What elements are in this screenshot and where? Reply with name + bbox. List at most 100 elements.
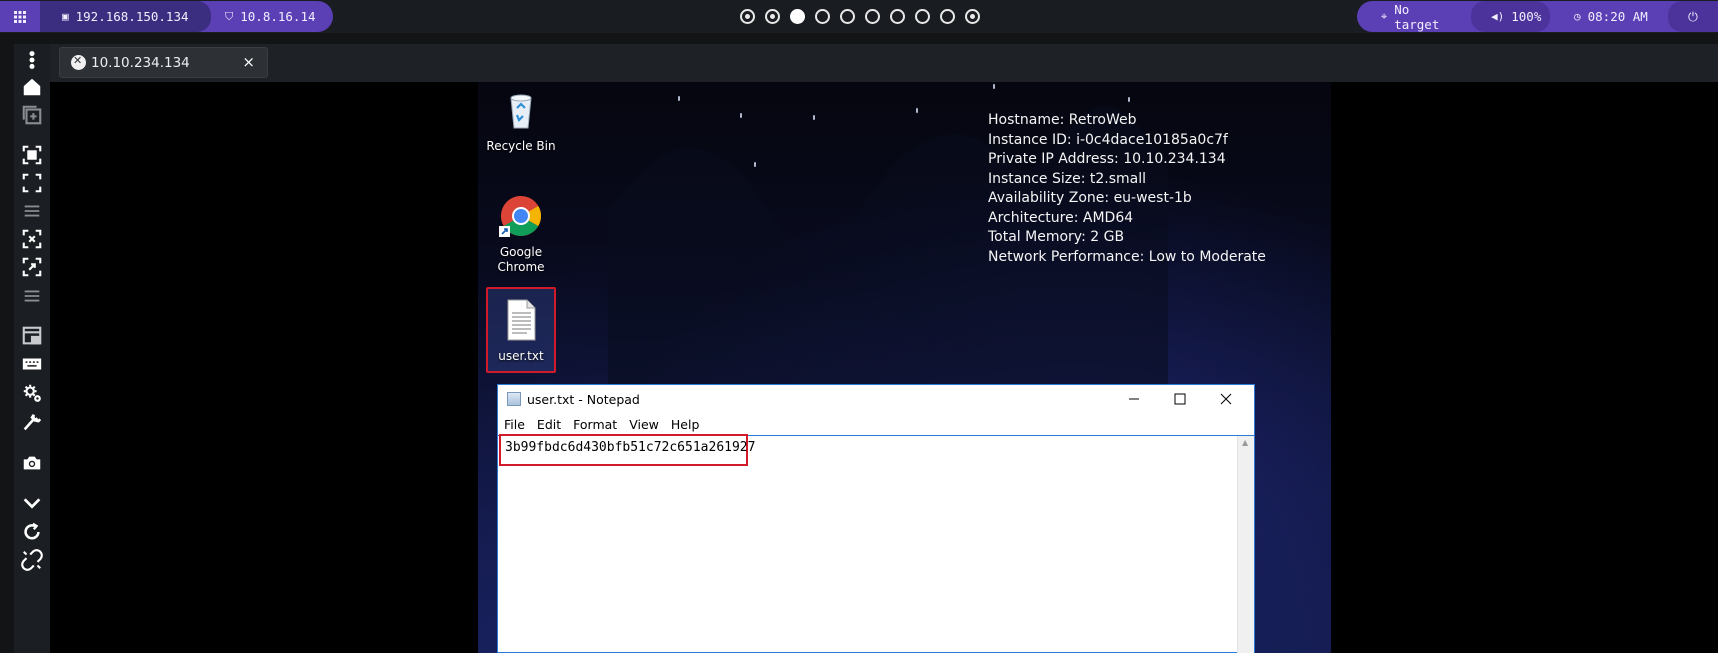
sysinfo-private-ip: Private IP Address: 10.10.234.134: [988, 151, 1226, 167]
machine-ip-button[interactable]: ▣ 192.168.150.134: [40, 1, 211, 32]
keyboard-button[interactable]: [20, 352, 44, 376]
workspace-dot[interactable]: [915, 9, 930, 24]
workspace-dot[interactable]: [890, 9, 905, 24]
status-pill: ⌖ No target ◀) 100% ◷ 08:20 AM ⏻: [1357, 1, 1718, 32]
disconnect-button[interactable]: [20, 548, 44, 572]
target-button[interactable]: ⌖ No target: [1357, 1, 1471, 32]
target-label: No target: [1394, 1, 1440, 32]
recycle-bin-icon: [510, 94, 532, 129]
vertical-scrollbar[interactable]: ▲: [1237, 436, 1254, 653]
machine-ip: 192.168.150.134: [75, 9, 189, 24]
icon-label: Recycle Bin: [486, 139, 556, 153]
camera-icon: [23, 456, 41, 470]
settings-button[interactable]: [20, 381, 44, 405]
chrome-icon: [499, 196, 541, 237]
screen-button[interactable]: [20, 324, 44, 348]
workspace-dot[interactable]: [865, 9, 880, 24]
vpn-ip-button[interactable]: ⛉ 10.8.16.14: [211, 1, 328, 32]
wallpaper-star: [754, 162, 756, 167]
scale-button[interactable]: [20, 227, 44, 251]
fullscreen-button[interactable]: [20, 171, 44, 195]
menu-view[interactable]: View: [629, 417, 659, 432]
new-window-icon: [22, 105, 42, 125]
notepad-text-area[interactable]: 3b99fbdc6d430bfb51c72c651a261927 ▲: [498, 434, 1254, 653]
notepad-title: user.txt - Notepad: [527, 391, 640, 407]
crosshair-icon: ⌖: [1381, 9, 1388, 23]
tab-remote-session[interactable]: 10.10.234.134 ×: [59, 47, 268, 78]
menu-help[interactable]: Help: [671, 417, 700, 432]
desktop-icon-chrome[interactable]: Google Chrome: [486, 194, 556, 275]
home-button[interactable]: [20, 75, 44, 99]
wallpaper-star: [678, 96, 680, 101]
workspace-dot[interactable]: [840, 9, 855, 24]
volume-value: 100%: [1511, 9, 1542, 24]
sysinfo-availability-zone: Availability Zone: eu-west-1b: [988, 190, 1192, 206]
workspace-dot[interactable]: [740, 9, 755, 24]
grid-menu-button[interactable]: [0, 1, 40, 32]
windows-desktop[interactable]: Recycle Bin Google Chrome user.txt Hostn…: [478, 82, 1331, 653]
separator-icon: [24, 290, 40, 302]
sysinfo-hostname: Hostname: RetroWeb: [988, 112, 1137, 128]
power-button[interactable]: ⏻: [1668, 1, 1718, 32]
tab-close-button[interactable]: ×: [242, 53, 255, 71]
remote-display[interactable]: Recycle Bin Google Chrome user.txt Hostn…: [50, 82, 1718, 653]
notepad-icon: [507, 392, 521, 406]
workspace-dot[interactable]: [815, 9, 830, 24]
sysinfo-instance-size: Instance Size: t2.small: [988, 170, 1147, 187]
connection-icon: [71, 54, 86, 70]
volume-button[interactable]: ◀) 100%: [1471, 1, 1550, 32]
reconnect-button[interactable]: [20, 520, 44, 544]
notepad-window[interactable]: user.txt - Notepad File Edit Format View…: [497, 384, 1255, 653]
collapse-button[interactable]: [20, 491, 44, 515]
desktop-icon-recycle-bin[interactable]: Recycle Bin: [486, 88, 556, 154]
tab-strip: 10.10.234.134 ×: [50, 44, 1718, 82]
desktop-icon-user-txt[interactable]: user.txt: [486, 298, 556, 364]
notepad-menu-bar: File Edit Format View Help: [498, 413, 1254, 435]
focus-button[interactable]: [20, 143, 44, 167]
fullscreen-icon: [22, 173, 42, 193]
chevron-down-icon: [23, 498, 41, 509]
workspace-switcher: [740, 9, 980, 24]
menu-format[interactable]: Format: [573, 417, 617, 432]
icon-label-line2: Chrome: [497, 260, 545, 274]
monitor-icon: ▣: [62, 10, 69, 23]
speaker-icon: ◀): [1491, 10, 1505, 23]
sysinfo-architecture: Architecture: AMD64: [988, 209, 1134, 226]
clock: ◷ 08:20 AM: [1550, 1, 1668, 32]
vpn-ip: 10.8.16.14: [240, 9, 316, 24]
sysinfo-instance-id: Instance ID: i-0c4dace10185a0c7f: [988, 131, 1228, 148]
left-toolbar: [14, 44, 50, 653]
workspace-dot[interactable]: [940, 9, 955, 24]
screen-icon: [22, 326, 42, 345]
sysinfo-memory: Total Memory: 2 GB: [988, 229, 1125, 245]
shield-icon: ⛉: [225, 9, 234, 23]
screenshot-button[interactable]: [20, 451, 44, 475]
icon-label: user.txt: [498, 349, 544, 363]
new-window-button[interactable]: [20, 103, 44, 127]
workspace-dot[interactable]: [765, 9, 780, 24]
keyboard-icon: [22, 358, 42, 370]
settings-icon: [23, 384, 41, 402]
close-button[interactable]: [1203, 385, 1249, 413]
notepad-content[interactable]: 3b99fbdc6d430bfb51c72c651a261927: [505, 440, 755, 455]
tools-button[interactable]: [20, 410, 44, 434]
scale-icon: [22, 229, 42, 249]
close-icon: [1220, 393, 1232, 405]
minimize-button[interactable]: [1111, 385, 1157, 413]
system-info-overlay: Hostname: RetroWeb Instance ID: i-0c4dac…: [988, 111, 1266, 267]
power-icon: ⏻: [1688, 8, 1698, 24]
menu-edit[interactable]: Edit: [537, 417, 561, 432]
clock-icon: ◷: [1574, 10, 1581, 23]
tab-label: 10.10.234.134: [91, 54, 190, 71]
scroll-up-icon[interactable]: ▲: [1242, 438, 1248, 447]
maximize-button[interactable]: [1157, 385, 1203, 413]
grid-icon: [14, 10, 26, 23]
workspace-dot[interactable]: [965, 9, 980, 24]
expand-button[interactable]: [20, 255, 44, 279]
focus-icon: [22, 145, 42, 165]
more-vertical-icon: [29, 51, 35, 69]
menu-file[interactable]: File: [504, 417, 525, 432]
more-menu-button[interactable]: [20, 48, 44, 72]
refresh-icon: [24, 522, 40, 540]
workspace-dot-active[interactable]: [790, 9, 805, 24]
